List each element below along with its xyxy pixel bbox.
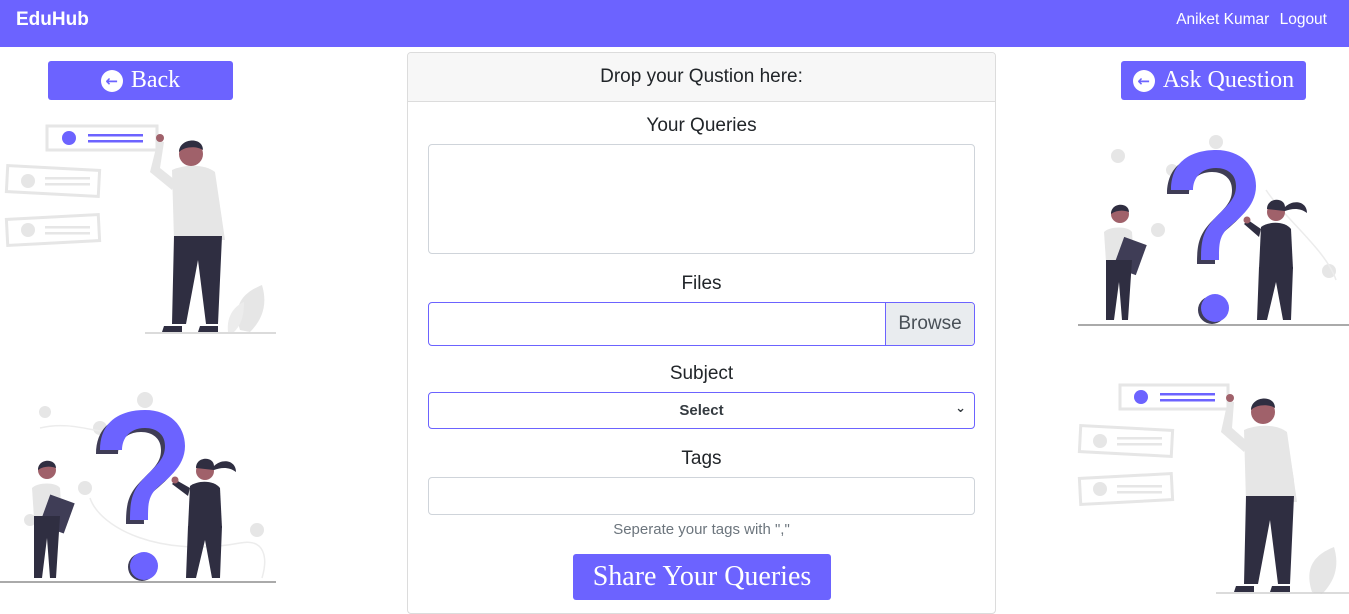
tags-label: Tags [681, 448, 722, 469]
file-input[interactable]: Browse [428, 302, 975, 346]
ask-question-label: Ask Question [1162, 67, 1295, 93]
files-label: Files [681, 273, 722, 294]
brand-logo[interactable]: EduHub [16, 9, 89, 31]
subject-select[interactable]: Select ⌄ [428, 392, 975, 429]
nav-right: Aniket Kumar Logout [1170, 11, 1327, 29]
subject-selected-value: Select [679, 402, 724, 419]
question-illustration [0, 392, 276, 583]
chevron-down-icon: ⌄ [955, 400, 966, 415]
ask-question-button[interactable]: ← Ask Question [1121, 61, 1306, 100]
question-form-card: Drop your Qustion here: Your Queries Fil… [407, 52, 996, 614]
user-name-link[interactable]: Aniket Kumar [1176, 11, 1269, 28]
question-illustration-right [1078, 135, 1349, 326]
back-button[interactable]: ← Back [48, 61, 233, 100]
logout-link[interactable]: Logout [1280, 11, 1327, 28]
browse-button[interactable]: Browse [885, 303, 974, 345]
arrow-left-circle-icon: ← [1132, 69, 1155, 92]
back-button-label: Back [130, 67, 181, 93]
tags-hint: Seperate your tags with "," [613, 521, 790, 538]
navbar: EduHub Aniket Kumar Logout [0, 0, 1349, 47]
arrow-left-circle-icon: ← [100, 69, 123, 92]
subject-label: Subject [669, 363, 734, 384]
presenter-illustration-right [1077, 383, 1349, 594]
share-queries-button[interactable]: Share Your Queries [573, 554, 831, 600]
tags-input[interactable] [428, 477, 975, 515]
queries-textarea[interactable] [428, 144, 975, 254]
form-header: Drop your Qustion here: [408, 53, 995, 102]
presenter-illustration [4, 124, 276, 334]
queries-label: Your Queries [646, 115, 757, 136]
